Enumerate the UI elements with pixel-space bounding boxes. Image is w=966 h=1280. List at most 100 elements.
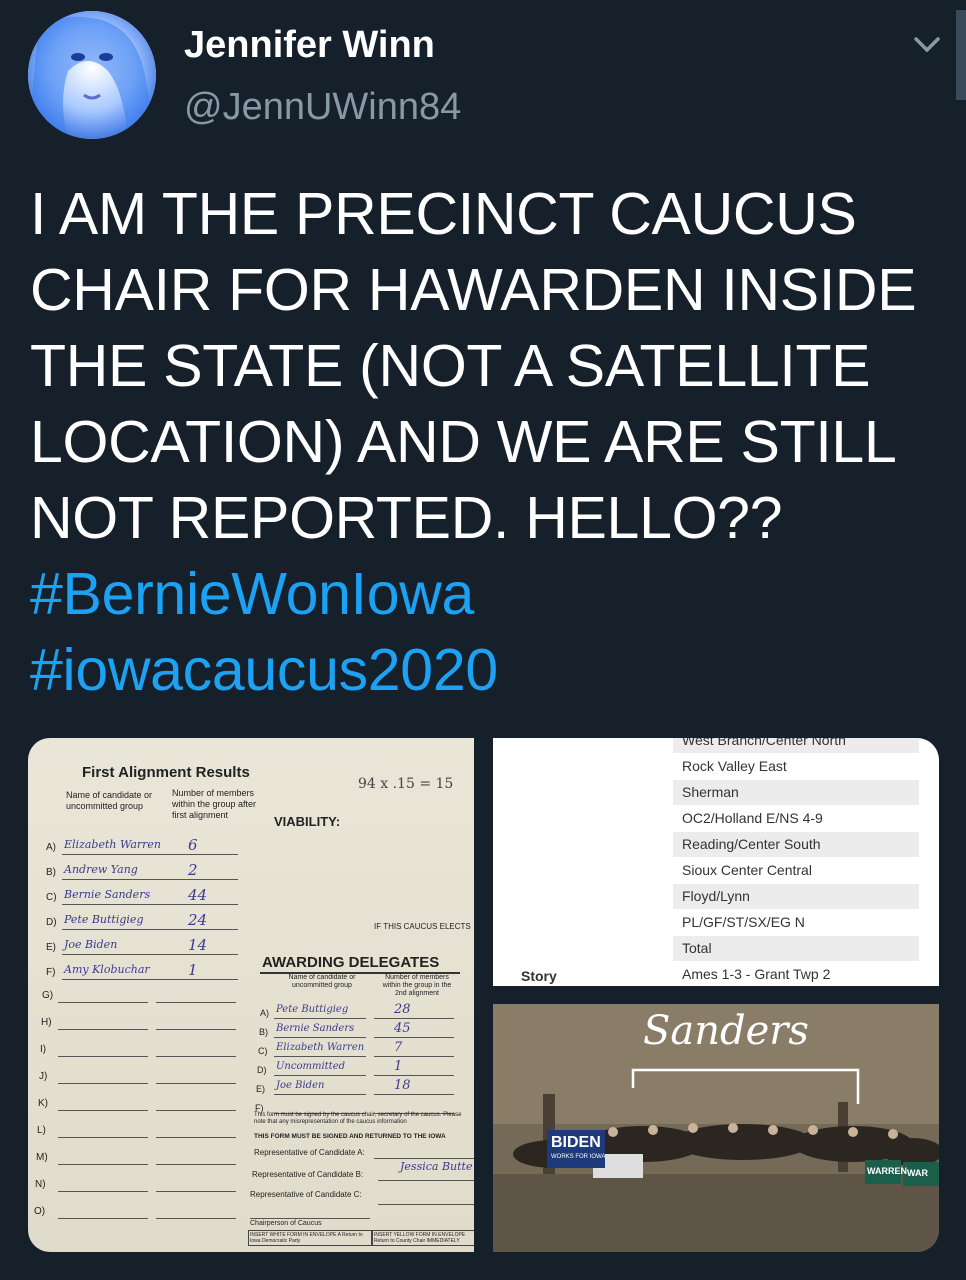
viability-label: VIABILITY: xyxy=(274,814,341,829)
count-line xyxy=(158,854,238,855)
name-line xyxy=(58,1029,148,1030)
table-row: West Branch/Center North xyxy=(673,738,919,753)
member-count: 18 xyxy=(394,1078,411,1093)
name-line xyxy=(274,1037,366,1038)
count-line xyxy=(374,1037,454,1038)
candidate-name: Elizabeth Warren xyxy=(64,838,161,851)
table-row: Reading/Center South xyxy=(673,832,919,857)
member-count: 1 xyxy=(188,961,198,979)
aw-col-name: Name of candidate or uncommitted group xyxy=(288,974,356,989)
row-letter: B) xyxy=(46,867,56,878)
row-letter: E) xyxy=(256,1084,265,1094)
must-sign-notice: THIS FORM MUST BE SIGNED AND RETURNED TO… xyxy=(254,1133,446,1140)
candidate-name: Elizabeth Warren xyxy=(276,1042,365,1053)
count-line xyxy=(158,904,238,905)
display-name[interactable]: Jennifer Winn xyxy=(184,24,435,67)
count-line xyxy=(156,1191,236,1192)
member-count: 1 xyxy=(394,1059,403,1074)
name-line xyxy=(62,854,162,855)
member-count: 45 xyxy=(394,1021,411,1036)
user-handle[interactable]: @JennUWinn84 xyxy=(184,86,461,129)
sign-biden-sub: WORKS FOR IOWA xyxy=(551,1154,606,1160)
member-count: 2 xyxy=(188,861,198,879)
row-letter: E) xyxy=(46,942,56,953)
sign-biden: BIDEN xyxy=(551,1134,601,1151)
name-line xyxy=(274,1075,366,1076)
candidate-name: Amy Klobuchar xyxy=(64,963,150,976)
chair-label: Chairperson of Caucus xyxy=(250,1220,322,1227)
yellow-form-note: INSERT YELLOW FORM IN ENVELOPE Return to… xyxy=(372,1230,474,1246)
row-letter: C) xyxy=(46,892,57,903)
table-row: Floyd/Lynn xyxy=(673,884,919,909)
elects-label: IF THIS CAUCUS ELECTS xyxy=(374,922,471,931)
col-header-count: Number of members within the group after… xyxy=(172,788,257,820)
aw-col-count: Number of members within the group in th… xyxy=(382,974,452,997)
avatar[interactable] xyxy=(28,11,156,139)
caucus-form-photo[interactable]: First Alignment Results 94 x .15 = 15 Na… xyxy=(28,738,474,1252)
results-table-photo[interactable]: Story West Branch/Center North Rock Valle… xyxy=(493,738,939,986)
name-line xyxy=(58,1056,148,1057)
row-letter: A) xyxy=(260,1008,269,1018)
name-line xyxy=(62,904,162,905)
scrollbar[interactable] xyxy=(956,10,966,100)
row-letter: H) xyxy=(41,1017,52,1028)
count-line xyxy=(374,1094,454,1095)
hashtag-link[interactable]: #BernieWonIowa xyxy=(30,561,474,627)
name-line xyxy=(58,1191,148,1192)
row-letter: M) xyxy=(36,1152,48,1163)
table-row: Ames 1-3 - Grant Twp 2 xyxy=(682,966,831,982)
count-line xyxy=(156,1029,236,1030)
form-title: First Alignment Results xyxy=(82,764,250,781)
row-letter: J) xyxy=(39,1071,48,1082)
candidate-name: Uncommitted xyxy=(276,1061,346,1072)
signature-line xyxy=(250,1218,370,1219)
member-count: 44 xyxy=(188,886,208,904)
name-line xyxy=(274,1094,366,1095)
row-letter: I) xyxy=(40,1044,47,1055)
row-letter: B) xyxy=(259,1027,268,1037)
count-line xyxy=(158,929,238,930)
name-line xyxy=(274,1018,366,1019)
row-letter: A) xyxy=(46,842,56,853)
table-row: Rock Valley East xyxy=(682,758,787,774)
row-letter: K) xyxy=(38,1098,48,1109)
candidate-name: Joe Biden xyxy=(64,938,118,951)
count-line xyxy=(156,1110,236,1111)
name-line xyxy=(62,879,162,880)
signature-line xyxy=(374,1158,474,1159)
row-letter: N) xyxy=(35,1179,46,1190)
member-count: 28 xyxy=(394,1002,411,1017)
table-row: Sherman xyxy=(673,780,919,805)
member-count: 6 xyxy=(188,836,198,854)
name-line xyxy=(58,1218,148,1219)
table-row: Total xyxy=(673,936,919,961)
row-letter: D) xyxy=(46,917,57,928)
awarding-title: AWARDING DELEGATES xyxy=(262,954,440,971)
row-letter: C) xyxy=(258,1046,268,1056)
name-line xyxy=(62,979,162,980)
name-line xyxy=(62,929,162,930)
count-line xyxy=(374,1018,454,1019)
annotation-sanders: Sanders xyxy=(643,1008,809,1054)
candidate-name: Pete Buttigieg xyxy=(276,1004,349,1015)
count-line xyxy=(158,979,238,980)
table-row: Sioux Center Central xyxy=(682,862,812,878)
row-letter: O) xyxy=(34,1206,46,1217)
count-line xyxy=(158,954,238,955)
hashtag-link[interactable]: #iowacaucus2020 xyxy=(30,637,498,703)
chevron-down-icon[interactable] xyxy=(910,30,944,60)
form-notice: This form must be signed by the caucus c… xyxy=(254,1112,462,1125)
caucus-room-photo[interactable]: Sanders BIDEN WORKS FOR IOWA WARREN WAR xyxy=(493,1004,939,1252)
rep-a-label: Representative of Candidate A: xyxy=(254,1148,365,1157)
member-count: 24 xyxy=(188,911,208,929)
count-line xyxy=(156,1083,236,1084)
name-line xyxy=(58,1083,148,1084)
signature-line xyxy=(378,1180,474,1181)
name-line xyxy=(62,954,162,955)
name-line xyxy=(58,1002,148,1003)
media-grid: First Alignment Results 94 x .15 = 15 Na… xyxy=(28,738,939,1252)
tweet-body: I AM THE PRECINCT CAUCUS CHAIR FOR HAWAR… xyxy=(30,181,917,551)
candidate-name: Joe Biden xyxy=(276,1080,325,1091)
candidate-name: Bernie Sanders xyxy=(64,888,151,901)
count-line xyxy=(156,1164,236,1165)
